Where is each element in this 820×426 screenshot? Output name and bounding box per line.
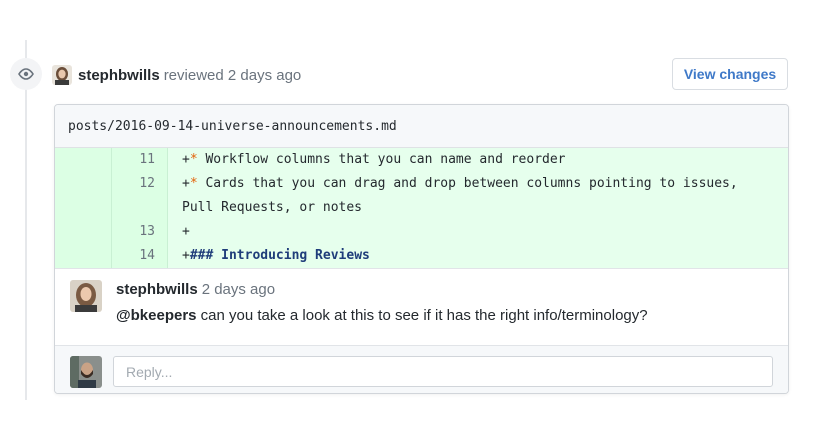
comment-text: can you take a look at this to see if it… [196, 307, 648, 324]
diff-text: Workflow columns that you can name and r… [197, 152, 566, 167]
reply-area [55, 345, 788, 393]
reply-input[interactable] [113, 356, 773, 387]
review-timestamp[interactable]: 2 days ago [228, 67, 301, 84]
review-event-badge [10, 58, 42, 90]
comment-header: stephbwills 2 days ago [116, 281, 275, 298]
review-comment-box: posts/2016-09-14-universe-announcements.… [54, 104, 789, 394]
review-comment: stephbwills 2 days ago @bkeepers can you … [55, 268, 788, 345]
review-action: reviewed [163, 66, 224, 84]
diff-add-marker: + [182, 152, 190, 167]
diff-add-marker: + [182, 224, 190, 239]
review-header: stephbwills reviewed 2 days ago [52, 61, 301, 89]
diff-line: 14 +### Introducing Reviews [55, 244, 788, 268]
old-line-number [55, 220, 112, 244]
view-changes-button[interactable]: View changes [672, 58, 788, 90]
new-line-number[interactable]: 12 [112, 172, 168, 220]
diff-line: 12 +* Cards that you can drag and drop b… [55, 172, 788, 220]
diff-line: 11 +* Workflow columns that you can name… [55, 148, 788, 172]
current-user-avatar [70, 356, 102, 388]
eye-icon [18, 68, 34, 80]
diff-code: +* Cards that you can drag and drop betw… [168, 172, 788, 220]
new-line-number[interactable]: 11 [112, 148, 168, 172]
list-bullet: * [189, 152, 198, 167]
file-path[interactable]: posts/2016-09-14-universe-announcements.… [68, 119, 397, 134]
reviewer-name[interactable]: stephbwills [78, 67, 160, 84]
diff-line: 13 + [55, 220, 788, 244]
diff-text: Cards that you can drag and drop between… [182, 176, 738, 215]
new-line-number[interactable]: 13 [112, 220, 168, 244]
timeline-line [25, 40, 27, 400]
diff-code: + [168, 220, 788, 244]
list-bullet: * [189, 176, 198, 191]
diff-hunk: 11 +* Workflow columns that you can name… [55, 148, 788, 268]
comment-body: @bkeepers can you take a look at this to… [116, 307, 648, 324]
diff-add-marker: + [182, 248, 190, 263]
reviewer-avatar[interactable] [52, 65, 72, 85]
old-line-number [55, 172, 112, 220]
comment-author[interactable]: stephbwills [116, 281, 198, 298]
new-line-number[interactable]: 14 [112, 244, 168, 268]
old-line-number [55, 244, 112, 268]
file-path-header: posts/2016-09-14-universe-announcements.… [55, 105, 788, 148]
diff-code: +* Workflow columns that you can name an… [168, 148, 788, 172]
diff-heading-text: ### Introducing Reviews [189, 248, 370, 263]
commenter-avatar[interactable] [70, 280, 102, 312]
diff-code: +### Introducing Reviews [168, 244, 788, 268]
user-mention[interactable]: @bkeepers [116, 307, 197, 324]
old-line-number [55, 148, 112, 172]
comment-timestamp[interactable]: 2 days ago [202, 281, 275, 298]
diff-add-marker: + [182, 176, 190, 191]
